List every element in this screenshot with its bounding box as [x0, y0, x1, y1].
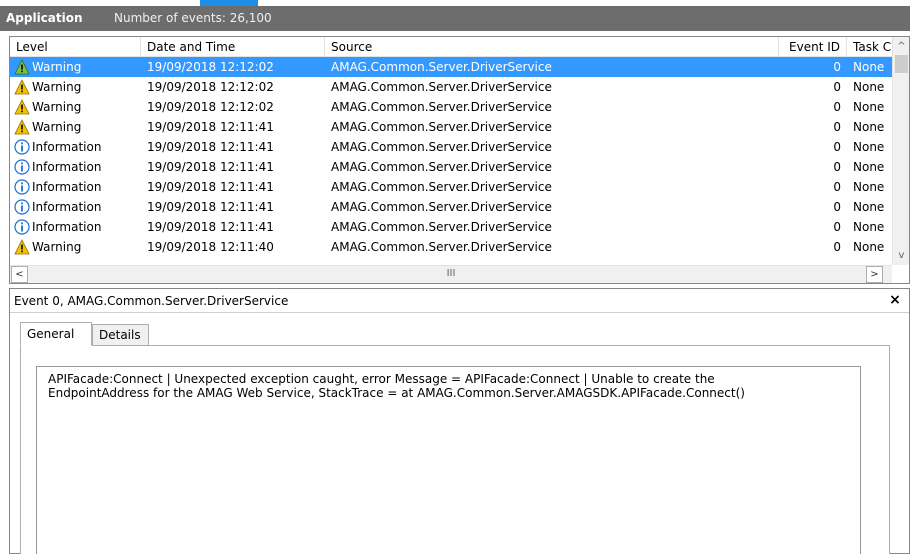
- cell-level: Information: [10, 177, 141, 197]
- column-header-task-category[interactable]: Task C: [847, 37, 892, 57]
- vertical-scrollbar[interactable]: ^ v: [892, 37, 909, 265]
- level-text: Information: [32, 180, 102, 194]
- cell-source: AMAG.Common.Server.DriverService: [331, 220, 552, 234]
- level-text: Information: [32, 160, 102, 174]
- close-icon[interactable]: ×: [886, 291, 904, 309]
- event-count: Number of events: 26,100: [114, 11, 272, 25]
- cell-event-id: 0: [833, 140, 841, 154]
- table-row[interactable]: Information 19/09/2018 12:11:41 AMAG.Commo…: [10, 197, 892, 217]
- cell-task-category: None: [853, 200, 885, 214]
- cell-source: AMAG.Common.Server.DriverService: [331, 180, 552, 194]
- level-text: Information: [32, 140, 102, 154]
- column-header-level[interactable]: Level: [10, 37, 141, 57]
- cell-level: Warning: [10, 57, 141, 77]
- cell-event-id: 0: [833, 60, 841, 74]
- table-row[interactable]: Warning 19/09/2018 12:11:40 AMAG.Common.Se…: [10, 237, 892, 257]
- cell-date: 19/09/2018 12:11:41: [147, 160, 274, 174]
- column-header-date[interactable]: Date and Time: [141, 37, 325, 57]
- cell-date: 19/09/2018 12:12:02: [147, 100, 274, 114]
- cell-level: Warning: [10, 117, 141, 137]
- cell-event-id: 0: [833, 240, 841, 254]
- table-row[interactable]: Information 19/09/2018 12:11:41 AMAG.Commo…: [10, 217, 892, 237]
- cell-task-category: None: [853, 80, 885, 94]
- cell-source: AMAG.Common.Server.DriverService: [331, 140, 552, 154]
- table-row[interactable]: Information 19/09/2018 12:11:41 AMAG.Commo…: [10, 177, 892, 197]
- event-detail-pane: Event 0, AMAG.Common.Server.DriverServic…: [9, 288, 910, 554]
- cell-date: 19/09/2018 12:11:41: [147, 180, 274, 194]
- events-grid: Level Date and Time Source Event ID Task…: [9, 36, 910, 284]
- cell-level: Information: [10, 137, 141, 157]
- level-text: Warning: [32, 80, 82, 94]
- table-row[interactable]: Information 19/09/2018 12:11:41 AMAG.Commo…: [10, 137, 892, 157]
- cell-level: Warning: [10, 237, 141, 257]
- cell-event-id: 0: [833, 160, 841, 174]
- cell-level: Information: [10, 157, 141, 177]
- cell-event-id: 0: [833, 220, 841, 234]
- cell-date: 19/09/2018 12:11:40: [147, 240, 274, 254]
- level-text: Warning: [32, 240, 82, 254]
- cell-task-category: None: [853, 140, 885, 154]
- cell-event-id: 0: [833, 120, 841, 134]
- cell-event-id: 0: [833, 200, 841, 214]
- scroll-down-icon[interactable]: v: [893, 247, 909, 264]
- cell-event-id: 0: [833, 180, 841, 194]
- scroll-up-icon[interactable]: ^: [893, 38, 909, 55]
- level-text: Warning: [32, 120, 82, 134]
- tab-details[interactable]: Details: [92, 324, 149, 346]
- cell-task-category: None: [853, 180, 885, 194]
- level-text: Warning: [32, 60, 82, 74]
- grid-header: Level Date and Time Source Event ID Task…: [10, 37, 909, 57]
- scroll-thumb[interactable]: [895, 55, 908, 73]
- cell-level: Information: [10, 197, 141, 217]
- event-message-line: EndpointAddress for the AMAG Web Service…: [48, 386, 745, 400]
- cell-task-category: None: [853, 100, 885, 114]
- event-message-box[interactable]: APIFacade:Connect | Unexpected exception…: [36, 366, 861, 554]
- cell-date: 19/09/2018 12:12:02: [147, 80, 274, 94]
- event-rows: Warning 19/09/2018 12:12:02 AMAG.Common.Se…: [10, 57, 892, 265]
- cell-level: Warning: [10, 77, 141, 97]
- event-message-line: APIFacade:Connect | Unexpected exception…: [48, 372, 715, 386]
- cell-date: 19/09/2018 12:11:41: [147, 140, 274, 154]
- cell-source: AMAG.Common.Server.DriverService: [331, 240, 552, 254]
- scroll-grip-icon[interactable]: III: [10, 268, 892, 279]
- cell-source: AMAG.Common.Server.DriverService: [331, 100, 552, 114]
- cell-task-category: None: [853, 220, 885, 234]
- cell-date: 19/09/2018 12:11:41: [147, 200, 274, 214]
- tab-general[interactable]: General: [20, 322, 92, 346]
- log-title: Application: [6, 11, 83, 25]
- scroll-right-icon[interactable]: >: [866, 266, 883, 283]
- cell-source: AMAG.Common.Server.DriverService: [331, 160, 552, 174]
- level-text: Information: [32, 220, 102, 234]
- column-header-source[interactable]: Source: [325, 37, 779, 57]
- log-header-bar: Application Number of events: 26,100: [0, 6, 910, 31]
- horizontal-scrollbar[interactable]: < III >: [10, 265, 892, 283]
- cell-event-id: 0: [833, 80, 841, 94]
- cell-source: AMAG.Common.Server.DriverService: [331, 60, 552, 74]
- table-row[interactable]: Warning 19/09/2018 12:11:41 AMAG.Common.Se…: [10, 117, 892, 137]
- cell-source: AMAG.Common.Server.DriverService: [331, 120, 552, 134]
- table-row[interactable]: Warning 19/09/2018 12:12:02 AMAG.Common.Se…: [10, 77, 892, 97]
- cell-task-category: None: [853, 60, 885, 74]
- level-text: Information: [32, 200, 102, 214]
- table-row[interactable]: Warning 19/09/2018 12:12:02 AMAG.Common.Se…: [10, 57, 892, 77]
- table-row[interactable]: Warning 19/09/2018 12:12:02 AMAG.Common.Se…: [10, 97, 892, 117]
- detail-title: Event 0, AMAG.Common.Server.DriverServic…: [14, 294, 289, 308]
- cell-event-id: 0: [833, 100, 841, 114]
- cell-task-category: None: [853, 240, 885, 254]
- cell-date: 19/09/2018 12:11:41: [147, 120, 274, 134]
- column-header-event-id[interactable]: Event ID: [779, 37, 847, 57]
- cell-level: Warning: [10, 97, 141, 117]
- level-text: Warning: [32, 100, 82, 114]
- cell-date: 19/09/2018 12:11:41: [147, 220, 274, 234]
- cell-date: 19/09/2018 12:12:02: [147, 60, 274, 74]
- cell-task-category: None: [853, 120, 885, 134]
- cell-task-category: None: [853, 160, 885, 174]
- cell-source: AMAG.Common.Server.DriverService: [331, 80, 552, 94]
- cell-source: AMAG.Common.Server.DriverService: [331, 200, 552, 214]
- table-row[interactable]: Information 19/09/2018 12:11:41 AMAG.Commo…: [10, 157, 892, 177]
- cell-level: Information: [10, 217, 141, 237]
- detail-title-bar: Event 0, AMAG.Common.Server.DriverServic…: [10, 289, 909, 313]
